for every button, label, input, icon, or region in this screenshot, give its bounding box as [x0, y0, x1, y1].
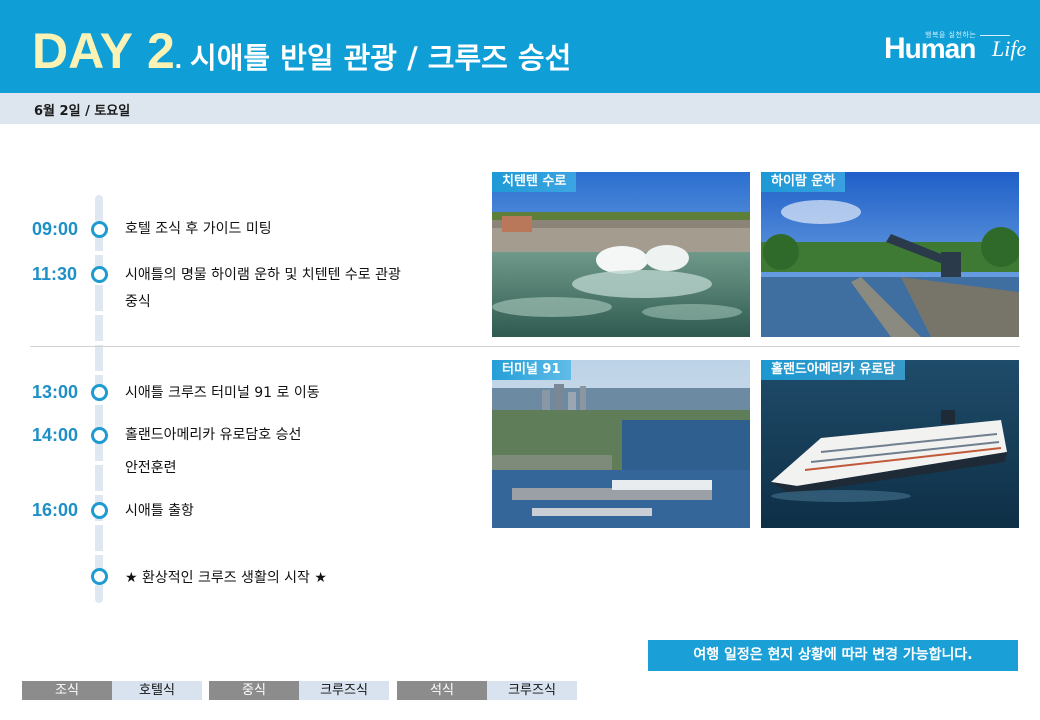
timeline-node [91, 427, 108, 444]
page-title: 시애틀 반일 관광 / 크루즈 승선 [190, 41, 572, 75]
photo-chittenden-locks: 치텐텐 수로 [492, 172, 750, 337]
day-label: DAY [32, 23, 133, 79]
photo-caption: 홀랜드아메리카 유로담 [761, 360, 906, 380]
timeline-node [91, 568, 108, 585]
date-text: 6월 2일 / 토요일 [34, 104, 131, 119]
photo-terminal-91: 터미널 91 [492, 360, 750, 528]
photo-eurodam: 홀랜드아메리카 유로담 [761, 360, 1019, 528]
time-1130: 11:30 [32, 264, 78, 284]
seattle-terminal-photo [492, 360, 750, 528]
day-number: 2 [146, 23, 175, 79]
timeline-node [91, 221, 108, 238]
logo-script: Life [992, 36, 1027, 61]
event-line: ★ 환상적인 크루즈 생활의 시작 ★ [125, 570, 327, 586]
locks-spillway-photo [492, 172, 750, 337]
schedule-notice: 여행 일정은 현지 상황에 따라 변경 가능합니다. [648, 640, 1018, 671]
section-divider [30, 346, 1020, 347]
event-line: 시애틀 크루즈 터미널 91 로 이동 [125, 385, 320, 401]
time-1300: 13:00 [32, 382, 79, 402]
day-dot: . [174, 44, 183, 74]
time-1400: 14:00 [32, 425, 79, 445]
time-0900: 09:00 [32, 219, 79, 239]
meal-label: 중식 [209, 681, 299, 700]
event-line: 호텔 조식 후 가이드 미팅 [125, 221, 272, 237]
event-line: 중식 [125, 294, 151, 310]
meal-label: 조식 [22, 681, 112, 700]
meal-value: 크루즈식 [299, 681, 389, 700]
meal-label: 석식 [397, 681, 487, 700]
time-1600: 16:00 [32, 500, 79, 520]
date-bar: 6월 2일 / 토요일 [0, 93, 1040, 124]
photo-caption: 터미널 91 [492, 360, 571, 380]
event-line: 시애틀 출항 [125, 503, 194, 519]
cruise-ship-photo [761, 360, 1019, 528]
day-title: DAY 2. 시애틀 반일 관광 / 크루즈 승선 [32, 22, 571, 82]
timeline-node [91, 502, 108, 519]
meal-lunch: 중식 크루즈식 [209, 681, 389, 700]
logo-uman: uman [904, 33, 977, 64]
canal-bridge-photo [761, 172, 1019, 337]
meal-dinner: 석식 크루즈식 [397, 681, 577, 700]
event-line: 홀랜드아메리카 유로담호 승선 [125, 427, 302, 443]
meal-value: 호텔식 [112, 681, 202, 700]
logo-h: H [884, 32, 906, 65]
logo-wordmark: Human [884, 32, 977, 66]
event-line: 시애틀의 명물 하이램 운하 및 치텐텐 수로 관광 [125, 267, 401, 283]
event-line: 안전훈련 [125, 460, 177, 476]
photo-hiram-canal: 하이람 운하 [761, 172, 1019, 337]
timeline-node [91, 266, 108, 283]
timeline-node [91, 384, 108, 401]
header-banner: DAY 2. 시애틀 반일 관광 / 크루즈 승선 행복을 실천하는 Human L… [0, 0, 1040, 93]
meal-breakfast: 조식 호텔식 [22, 681, 202, 700]
photo-caption: 하이람 운하 [761, 172, 846, 192]
meal-value: 크루즈식 [487, 681, 577, 700]
photo-caption: 치텐텐 수로 [492, 172, 577, 192]
